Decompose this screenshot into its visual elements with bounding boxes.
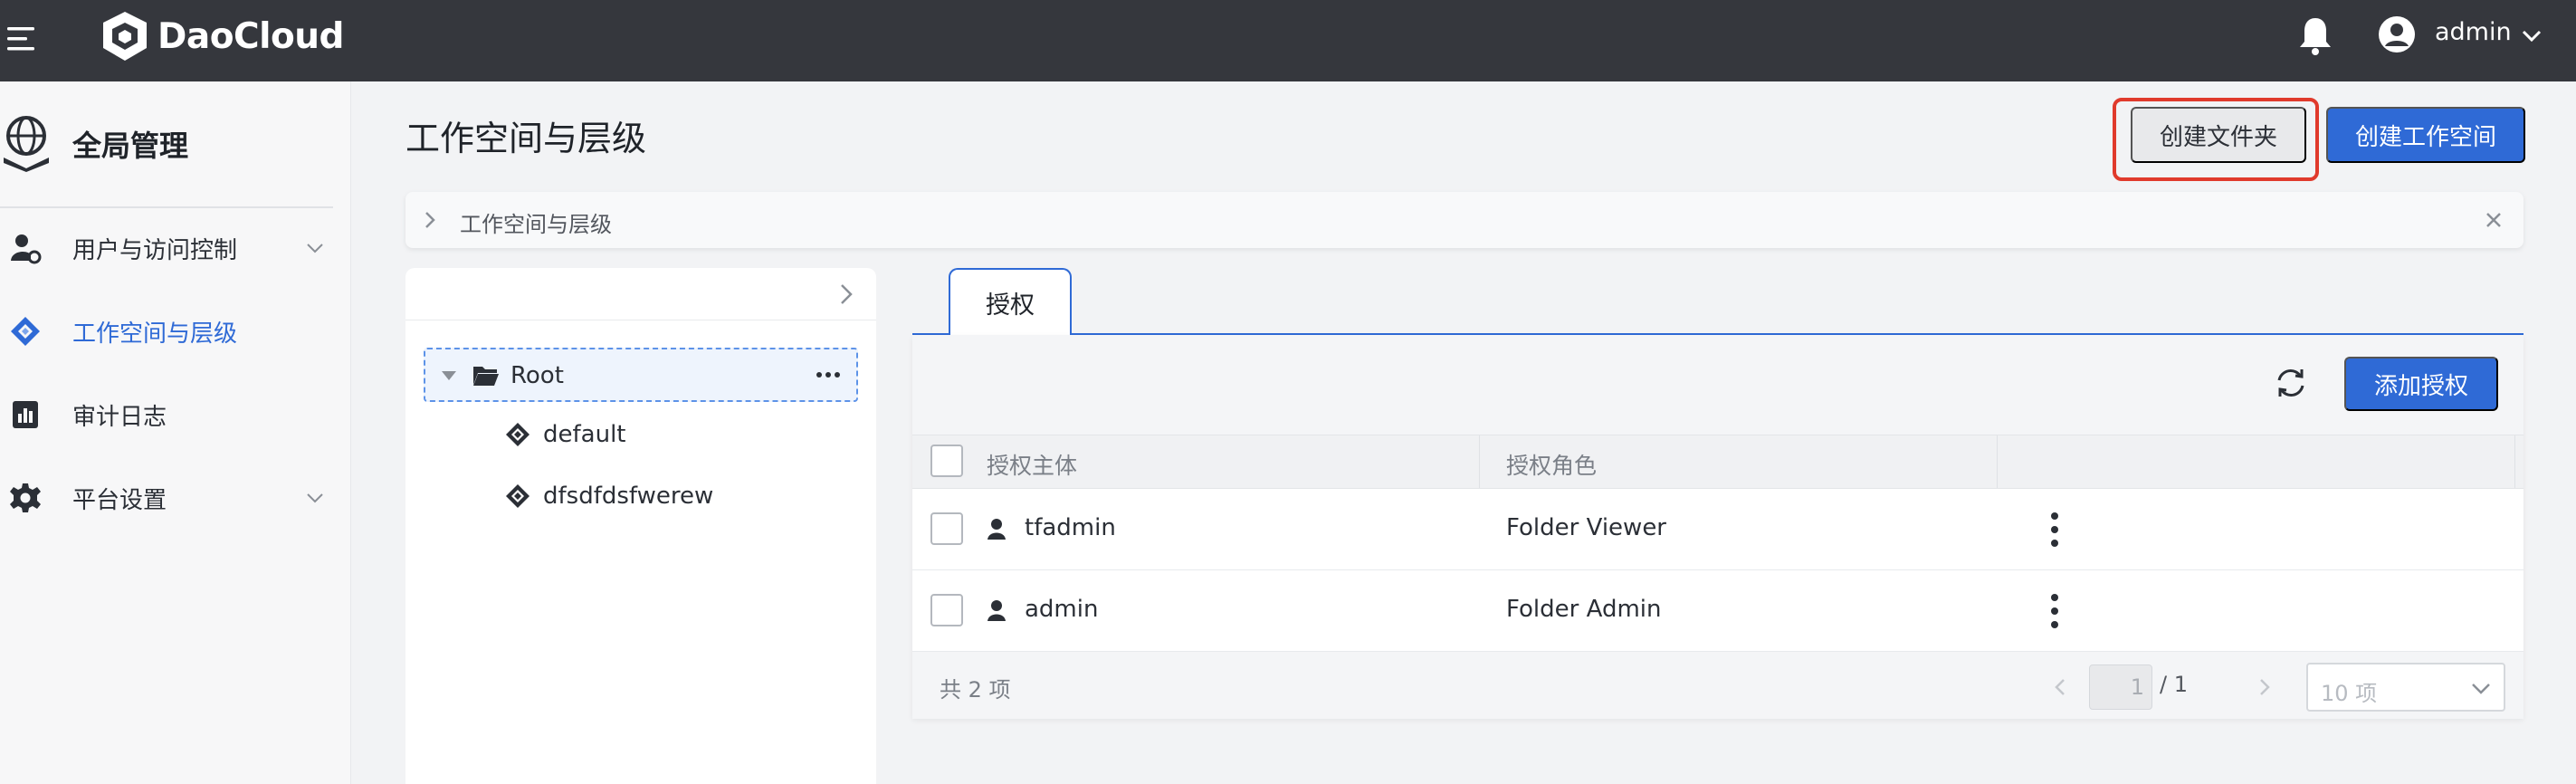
tree-node-label: default xyxy=(543,421,626,448)
page-title: 工作空间与层级 xyxy=(405,119,647,158)
sidebar-item-label: 平台设置 xyxy=(72,486,167,514)
role-name: Folder Viewer xyxy=(1506,514,1666,541)
page-size-select[interactable]: 10 项 xyxy=(2306,663,2505,712)
workspace-icon xyxy=(11,317,40,346)
breadcrumb-item[interactable]: 工作空间与层级 xyxy=(460,206,612,238)
close-icon[interactable] xyxy=(2482,208,2505,232)
more-horizontal-icon[interactable] xyxy=(815,366,842,384)
sidebar: 全局管理 用户与访问控制 工作空间与层级 审计日志 平台设置 xyxy=(0,81,351,784)
row-checkbox[interactable] xyxy=(930,512,963,545)
sidebar-divider xyxy=(0,206,333,208)
row-checkbox[interactable] xyxy=(930,594,963,626)
user-avatar-icon[interactable] xyxy=(2377,14,2417,54)
subject-name: tfadmin xyxy=(1025,514,1116,541)
chevron-down-icon xyxy=(307,244,323,253)
chevron-down-icon xyxy=(307,493,323,503)
sidebar-item-label: 用户与访问控制 xyxy=(72,236,238,264)
user-name[interactable]: admin xyxy=(2435,18,2512,46)
audit-log-icon xyxy=(13,401,38,428)
column-header-role[interactable]: 授权角色 xyxy=(1506,448,1597,481)
gear-icon xyxy=(10,483,41,512)
daocloud-logo-icon xyxy=(103,12,147,61)
breadcrumb: 工作空间与层级 xyxy=(405,192,2524,248)
sidebar-header: 全局管理 xyxy=(0,114,335,190)
chevron-left-icon[interactable] xyxy=(2053,677,2067,697)
globe-icon xyxy=(4,116,49,172)
chevron-right-icon[interactable] xyxy=(2257,677,2272,697)
brand-logo[interactable]: DaoCloud xyxy=(100,9,344,63)
folder-open-icon xyxy=(473,367,499,386)
tree-node-label: dfsdfdsfwerew xyxy=(543,483,714,510)
chevron-right-icon[interactable] xyxy=(836,282,856,306)
create-workspace-button[interactable]: 创建工作空间 xyxy=(2326,107,2525,163)
authorization-panel: 授权 添加授权 授权主体 授权角色 tfadmin Folder Viewer … xyxy=(912,268,2524,784)
workspace-icon xyxy=(506,484,530,508)
page-number-input[interactable]: 1 xyxy=(2089,664,2152,710)
tree-node-root[interactable]: Root xyxy=(424,348,858,402)
hierarchy-tree-panel: Root default dfsdfdsfwerew xyxy=(405,268,876,784)
sidebar-item-platform-settings[interactable]: 平台设置 xyxy=(0,471,344,525)
more-vertical-icon[interactable] xyxy=(2049,511,2060,549)
add-authorization-button[interactable]: 添加授权 xyxy=(2344,357,2498,411)
table-header: 授权主体 授权角色 xyxy=(912,435,2524,489)
refresh-icon[interactable] xyxy=(2274,366,2308,400)
workspace-icon xyxy=(506,423,530,446)
tree-header xyxy=(405,268,876,320)
user-settings-icon xyxy=(11,234,42,264)
column-separator xyxy=(2514,435,2515,488)
notification-bell-icon[interactable] xyxy=(2295,14,2335,58)
page-total: / 1 xyxy=(2160,672,2188,697)
top-bar: DaoCloud admin xyxy=(0,0,2576,81)
sidebar-item-user-access[interactable]: 用户与访问控制 xyxy=(0,221,344,275)
page-size-value: 10 项 xyxy=(2321,681,2378,706)
tree-node-label: Root xyxy=(510,362,564,389)
chevron-down-icon xyxy=(2472,684,2490,694)
sidebar-item-workspace[interactable]: 工作空间与层级 xyxy=(0,304,344,359)
sidebar-item-audit-log[interactable]: 审计日志 xyxy=(0,387,344,442)
column-separator xyxy=(1997,435,1998,488)
chevron-right-icon[interactable] xyxy=(422,210,438,230)
select-all-checkbox[interactable] xyxy=(930,445,963,477)
brand-name: DaoCloud xyxy=(157,15,344,57)
role-name: Folder Admin xyxy=(1506,596,1662,623)
create-folder-button[interactable]: 创建文件夹 xyxy=(2131,107,2306,163)
caret-down-icon[interactable] xyxy=(440,369,458,382)
sidebar-title: 全局管理 xyxy=(72,129,189,163)
column-header-subject[interactable]: 授权主体 xyxy=(987,448,1077,481)
sidebar-item-label: 审计日志 xyxy=(72,403,167,431)
column-separator xyxy=(1479,435,1480,488)
sidebar-item-label: 工作空间与层级 xyxy=(72,320,238,348)
user-icon xyxy=(987,600,1006,621)
total-count: 共 2 项 xyxy=(940,677,1011,703)
tree-node-workspace[interactable]: dfsdfdsfwerew xyxy=(505,478,713,514)
table-row: admin Folder Admin xyxy=(912,570,2524,652)
more-vertical-icon[interactable] xyxy=(2049,592,2060,630)
table-toolbar: 添加授权 xyxy=(912,335,2524,435)
menu-icon[interactable] xyxy=(4,22,40,58)
chevron-down-icon[interactable] xyxy=(2520,27,2543,45)
authorization-table-card: 添加授权 授权主体 授权角色 tfadmin Folder Viewer adm… xyxy=(912,335,2524,719)
tab-authorization[interactable]: 授权 xyxy=(949,268,1072,335)
user-icon xyxy=(987,519,1006,540)
pagination: 共 2 项 1 / 1 10 项 xyxy=(912,652,2524,719)
subject-name: admin xyxy=(1025,596,1099,623)
tree-node-workspace[interactable]: default xyxy=(505,416,625,453)
table-row: tfadmin Folder Viewer xyxy=(912,489,2524,570)
